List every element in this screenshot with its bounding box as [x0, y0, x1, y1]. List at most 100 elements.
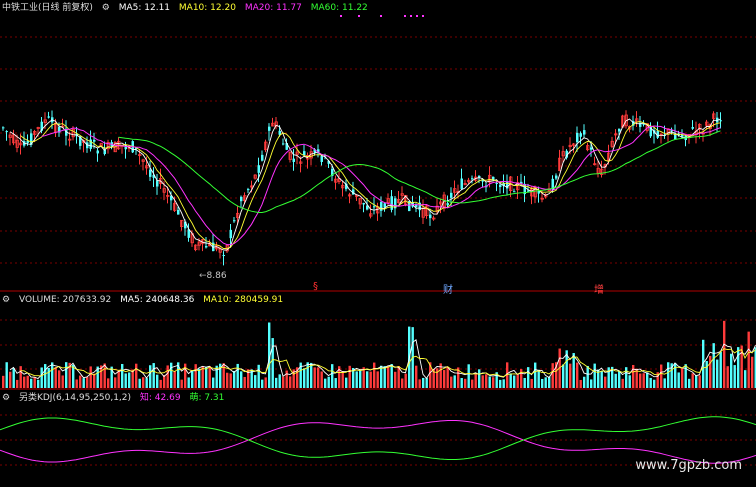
- volume-bar: [117, 370, 120, 388]
- candle-body: [450, 192, 453, 198]
- kdj-line2-label: 萌: 7.31: [189, 393, 225, 403]
- volume-bar: [47, 367, 50, 388]
- volume-bar: [257, 364, 260, 388]
- candle-body: [96, 150, 99, 154]
- volume-bar: [51, 362, 54, 388]
- volume-bar: [443, 370, 446, 388]
- candle-body: [5, 131, 8, 133]
- candle-body: [205, 246, 208, 248]
- kdj-line1-label: 知: 42.69: [139, 393, 181, 403]
- volume-bar: [695, 375, 698, 388]
- candle-body: [719, 120, 722, 122]
- volume-ma5-label: MA5: 240648.36: [120, 295, 195, 305]
- volume-bar: [271, 338, 274, 388]
- volume-bar: [243, 376, 246, 388]
- volume-bar: [642, 373, 645, 388]
- top-marker: [404, 15, 406, 17]
- candle-body: [247, 189, 250, 191]
- event-marker-1[interactable]: §: [313, 281, 318, 292]
- volume-bar: [9, 371, 12, 388]
- volume-bar: [191, 370, 194, 388]
- candle-body: [2, 127, 5, 129]
- volume-bar: [163, 375, 166, 388]
- volume-bar: [89, 366, 92, 388]
- volume-bar: [576, 362, 579, 388]
- candle-body: [47, 116, 50, 118]
- volume-bar: [317, 367, 320, 388]
- event-marker-increase[interactable]: 增: [594, 281, 604, 296]
- candle-body: [233, 220, 236, 222]
- volume-bar: [16, 379, 19, 388]
- volume-bar: [212, 377, 215, 388]
- volume-bar: [180, 379, 183, 388]
- volume-bar: [131, 369, 134, 388]
- volume-bar: [499, 379, 502, 388]
- candle-body: [26, 141, 29, 143]
- settings-icon[interactable]: ⚙: [2, 295, 10, 305]
- volume-bar: [628, 375, 631, 388]
- volume-bar: [229, 373, 232, 388]
- volume-bar: [415, 365, 418, 388]
- volume-bar: [583, 376, 586, 388]
- volume-bar: [621, 378, 624, 388]
- volume-bar: [488, 376, 491, 388]
- candle-body: [320, 156, 323, 162]
- candle-body: [177, 209, 180, 215]
- volume-bar: [240, 371, 243, 388]
- volume-bar: [303, 368, 306, 388]
- candlestick-chart[interactable]: [0, 0, 756, 487]
- candle-body: [156, 180, 159, 187]
- event-marker-1-text: §: [313, 281, 318, 292]
- volume-bar: [726, 366, 729, 388]
- volume-bar: [156, 374, 159, 388]
- volume-bar: [572, 353, 575, 388]
- volume-bar: [730, 353, 733, 388]
- volume-bar: [600, 371, 603, 388]
- volume-bar: [387, 365, 390, 388]
- volume-bar: [306, 362, 309, 388]
- ma20-line: [41, 125, 721, 246]
- volume-bar: [422, 377, 425, 388]
- volume-bar: [103, 363, 106, 388]
- volume-bar: [509, 373, 512, 388]
- volume-bar: [530, 378, 533, 388]
- volume-title: VOLUME: 207633.92: [18, 295, 112, 305]
- volume-bar: [366, 371, 369, 388]
- volume-bar: [723, 320, 726, 388]
- volume-bar: [401, 378, 404, 388]
- top-marker: [410, 15, 412, 17]
- kdj-title: 另类KDJ(6,14,95,250,1,2): [18, 393, 132, 403]
- volume-bar: [275, 377, 278, 388]
- volume-bar: [327, 376, 330, 388]
- volume-bar: [614, 373, 617, 388]
- volume-bar: [663, 378, 666, 388]
- volume-bar: [19, 366, 22, 388]
- volume-bar: [733, 365, 736, 388]
- candle-body: [240, 196, 243, 202]
- volume-bar: [698, 375, 701, 388]
- volume-bar: [446, 366, 449, 388]
- candle-body: [618, 128, 621, 132]
- volume-bar: [541, 378, 544, 388]
- low-price-value: 8.86: [206, 271, 227, 281]
- event-marker-finance[interactable]: 财: [443, 281, 453, 296]
- volume-bar: [331, 364, 334, 388]
- ma5-line: [9, 118, 721, 251]
- volume-bar: [537, 369, 540, 388]
- volume-bar: [236, 363, 239, 388]
- volume-bar: [604, 376, 607, 388]
- volume-bar: [138, 378, 141, 388]
- settings-icon[interactable]: ⚙: [2, 393, 10, 403]
- volume-bar: [705, 361, 708, 388]
- volume-bar: [355, 371, 358, 388]
- volume-bar: [464, 378, 467, 388]
- volume-bar: [425, 377, 428, 388]
- volume-bar: [30, 378, 33, 388]
- volume-bar: [373, 362, 376, 388]
- candle-body: [460, 178, 463, 189]
- volume-bar: [65, 362, 68, 388]
- volume-bar: [205, 366, 208, 388]
- volume-bar: [502, 379, 505, 388]
- volume-bar: [383, 366, 386, 388]
- volume-bar: [37, 379, 40, 388]
